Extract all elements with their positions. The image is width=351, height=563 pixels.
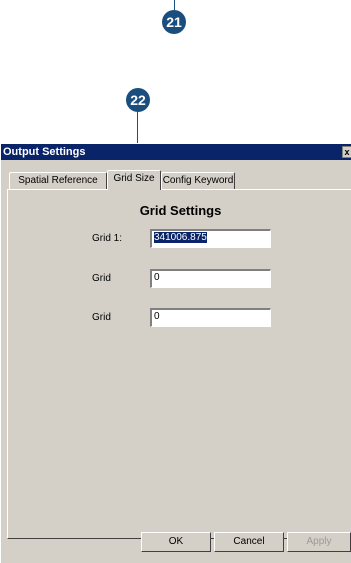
- callout-line-21: [174, 0, 175, 10]
- tab-spatial-reference[interactable]: Spatial Reference: [9, 172, 107, 189]
- close-icon[interactable]: x: [342, 146, 351, 158]
- cancel-button[interactable]: Cancel: [214, 532, 284, 552]
- grid-1-value: 341006.875: [154, 232, 207, 243]
- ok-button[interactable]: OK: [141, 532, 211, 552]
- grid-size-panel: Grid Settings Grid 1: 341006.875 Grid 0 …: [7, 189, 351, 539]
- output-settings-dialog: Output Settings x Spatial Reference Grid…: [0, 143, 351, 563]
- grid-1-input[interactable]: 341006.875: [150, 229, 271, 248]
- grid-1-label: Grid 1:: [92, 233, 123, 244]
- grid-2-input[interactable]: 0: [150, 269, 271, 288]
- grid-3-input[interactable]: 0: [150, 308, 271, 327]
- grid-3-label: Grid: [92, 312, 111, 323]
- callout-22: 22: [126, 88, 150, 112]
- tab-config-keyword[interactable]: Config Keyword: [161, 172, 235, 189]
- apply-button[interactable]: Apply: [287, 532, 351, 552]
- window-title: Output Settings: [3, 146, 86, 158]
- grid-settings-heading: Grid Settings: [139, 203, 222, 218]
- tab-grid-size[interactable]: Grid Size: [107, 170, 161, 190]
- callout-21: 21: [162, 10, 186, 34]
- title-bar: Output Settings x: [1, 144, 351, 160]
- grid-2-label: Grid: [92, 273, 111, 284]
